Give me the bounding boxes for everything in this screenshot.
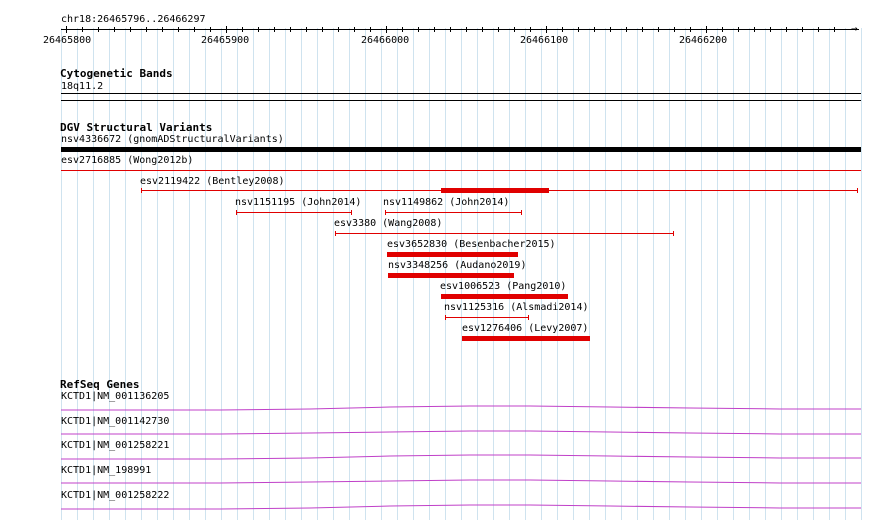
genome-browser-viewer: chr18:26465796..26466297 → 26465800 2646… — [0, 0, 890, 520]
variant-label[interactable]: nsv1125316 (Alsmadi2014) — [444, 302, 589, 314]
gene-feature[interactable] — [0, 451, 890, 463]
variant-feature[interactable] — [445, 317, 529, 318]
cytoband-feature[interactable] — [61, 93, 861, 94]
variant-end-cap — [351, 210, 352, 215]
variant-label[interactable]: nsv1151195 (John2014) — [235, 197, 361, 209]
variant-label[interactable]: nsv3348256 (Audano2019) — [388, 260, 526, 272]
variant-end-cap — [385, 210, 386, 215]
ruler-label: 26466100 — [520, 35, 569, 46]
variant-feature[interactable] — [388, 273, 514, 278]
ruler-axis — [61, 29, 859, 30]
variant-feature[interactable] — [335, 233, 674, 234]
cytoband-label[interactable]: 18q11.2 — [61, 81, 103, 93]
variant-label[interactable]: esv2716885 (Wong2012b) — [61, 155, 193, 167]
ruler-arrow-icon: → — [851, 22, 858, 35]
variant-end-cap — [673, 231, 674, 236]
ruler-label: 26465900 — [201, 35, 250, 46]
variant-label[interactable]: nsv1149862 (John2014) — [383, 197, 509, 209]
variant-end-cap — [141, 188, 142, 193]
variant-end-cap — [335, 231, 336, 236]
variant-end-cap — [528, 315, 529, 320]
gene-feature[interactable] — [0, 427, 890, 439]
track-title[interactable]: RefSeq Genes — [60, 379, 139, 391]
track-divider — [61, 100, 861, 101]
variant-feature[interactable] — [462, 336, 590, 341]
ruler-label: 26466200 — [679, 35, 728, 46]
variant-label[interactable]: esv2119422 (Bentley2008) — [140, 176, 285, 188]
variant-end-cap — [236, 210, 237, 215]
variant-feature[interactable] — [385, 212, 522, 213]
variant-end-cap — [857, 188, 858, 193]
variant-feature[interactable] — [387, 252, 518, 257]
variant-label[interactable]: nsv4336672 (gnomADStructuralVariants) — [61, 134, 284, 146]
locus-label: chr18:26465796..26466297 — [61, 14, 206, 25]
variant-end-cap — [521, 210, 522, 215]
variant-label[interactable]: esv1276406 (Levy2007) — [462, 323, 588, 335]
variant-feature[interactable] — [236, 212, 352, 213]
gene-feature[interactable] — [0, 476, 890, 488]
track-title[interactable]: DGV Structural Variants — [60, 122, 212, 134]
variant-label[interactable]: esv3380 (Wang2008) — [334, 218, 442, 230]
variant-feature[interactable] — [61, 147, 861, 152]
variant-end-cap — [445, 315, 446, 320]
gene-feature[interactable] — [0, 402, 890, 414]
variant-feature[interactable] — [61, 170, 861, 171]
variant-label[interactable]: esv3652830 (Besenbacher2015) — [387, 239, 556, 251]
track-title[interactable]: Cytogenetic Bands — [60, 68, 173, 80]
variant-label[interactable]: esv1006523 (Pang2010) — [440, 281, 566, 293]
ruler-label: 26466000 — [361, 35, 410, 46]
gene-feature[interactable] — [0, 501, 890, 513]
ruler-label: 26465800 — [43, 35, 92, 46]
variant-feature[interactable] — [441, 294, 568, 299]
variant-block[interactable] — [441, 188, 549, 193]
